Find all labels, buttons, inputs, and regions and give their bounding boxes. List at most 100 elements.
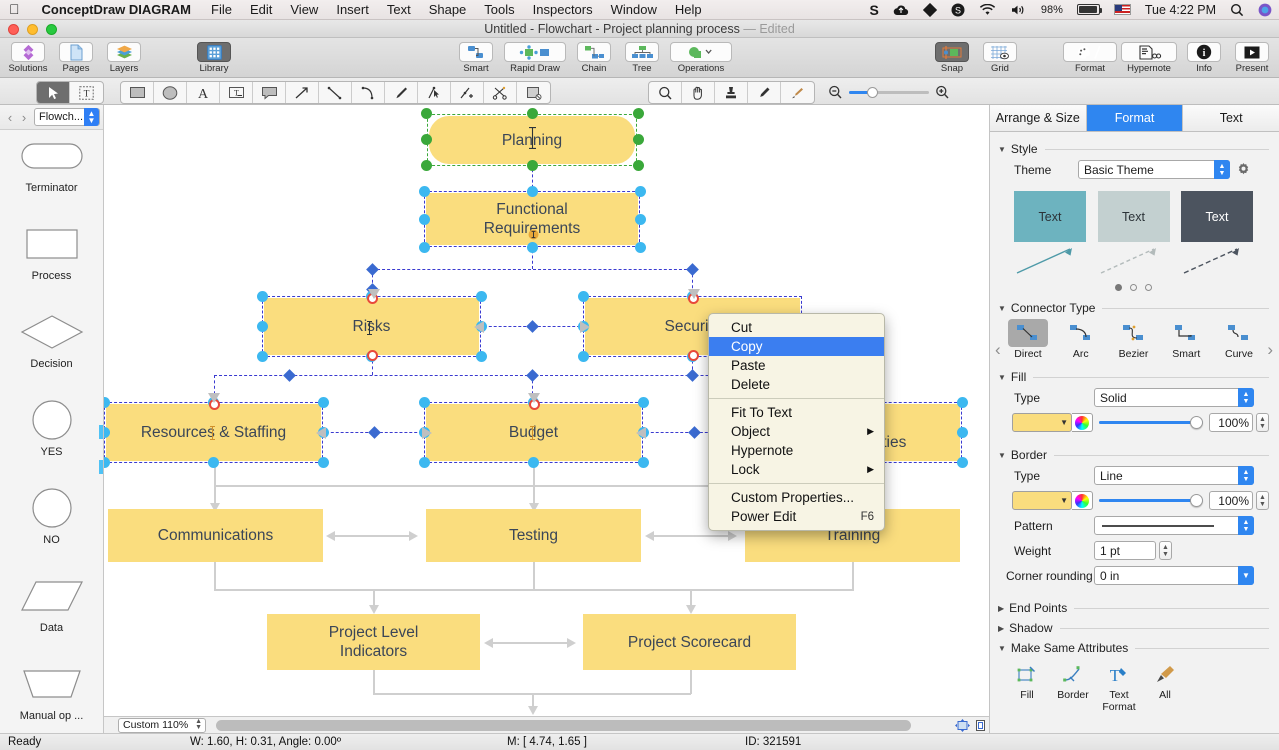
- resize-handle[interactable]: [476, 291, 487, 302]
- zoom-select[interactable]: Custom 110% ▲▼: [118, 718, 206, 733]
- shape-item-terminator[interactable]: Terminator: [0, 136, 103, 224]
- shape-item-no[interactable]: NO: [0, 488, 103, 576]
- shape-item-data[interactable]: Data: [0, 576, 103, 664]
- battery-icon[interactable]: [1070, 4, 1107, 15]
- resize-handle[interactable]: [476, 351, 487, 362]
- menu-item-file[interactable]: File: [202, 2, 241, 17]
- connector-midpoint[interactable]: [526, 369, 539, 382]
- resize-handle[interactable]: [528, 457, 539, 468]
- resize-handle[interactable]: [421, 108, 432, 119]
- resize-handle[interactable]: [257, 291, 268, 302]
- resize-handle[interactable]: [957, 397, 968, 408]
- border-opacity-slider[interactable]: [1099, 491, 1203, 510]
- scrollbar-thumb[interactable]: [216, 720, 911, 731]
- resize-handle[interactable]: [257, 321, 268, 332]
- style-next-button[interactable]: ›: [1267, 340, 1273, 360]
- style-thumb-0[interactable]: Text: [1014, 191, 1086, 276]
- chain-button[interactable]: Chain: [570, 40, 618, 76]
- tab-text[interactable]: Text: [1183, 105, 1279, 131]
- gear-icon[interactable]: [1236, 162, 1251, 177]
- connector-bezier-button[interactable]: Bezier: [1110, 319, 1158, 360]
- resize-handle[interactable]: [104, 457, 110, 468]
- callout-tool-icon[interactable]: [253, 82, 286, 103]
- context-menu-item-hypernote[interactable]: Hypernote: [709, 441, 884, 460]
- shape-item-yes[interactable]: YES: [0, 400, 103, 488]
- style-prev-button[interactable]: ‹: [995, 340, 1001, 360]
- make-same-border-button[interactable]: Border: [1050, 663, 1096, 713]
- context-menu-item-fit-to-text[interactable]: Fit To Text: [709, 403, 884, 422]
- horizontal-scrollbar[interactable]: [216, 720, 949, 731]
- resize-handle[interactable]: [257, 351, 268, 362]
- node-project-level-indicators[interactable]: Project Level Indicators: [267, 614, 480, 670]
- theme-select[interactable]: Basic Theme ▲▼: [1078, 160, 1230, 179]
- context-menu-item-custom-properties[interactable]: Custom Properties...: [709, 488, 884, 507]
- resize-handle[interactable]: [208, 457, 219, 468]
- border-opacity-stepper[interactable]: ▲▼: [1256, 491, 1269, 510]
- connector-midpoint[interactable]: [688, 426, 701, 439]
- rapid-draw-button[interactable]: Rapid Draw: [500, 40, 570, 76]
- context-menu-item-copy[interactable]: Copy: [709, 337, 884, 356]
- fill-color-well[interactable]: ▼: [1012, 413, 1072, 432]
- cloud-upload-icon[interactable]: [886, 4, 916, 16]
- library-select[interactable]: Flowch... ▲▼: [34, 108, 100, 126]
- menu-item-shape[interactable]: Shape: [420, 2, 476, 17]
- solutions-button[interactable]: Solutions: [4, 40, 52, 76]
- resize-handle[interactable]: [957, 457, 968, 468]
- edit-point-tool-icon[interactable]: [418, 82, 451, 103]
- grid-button[interactable]: Grid: [976, 40, 1024, 76]
- fill-opacity-slider[interactable]: [1099, 413, 1203, 432]
- resize-handle[interactable]: [421, 134, 432, 145]
- sketch-icon[interactable]: S: [863, 2, 886, 18]
- resize-handle[interactable]: [527, 160, 538, 171]
- info-button[interactable]: i Info: [1180, 40, 1228, 76]
- clock-label[interactable]: Tue 4:22 PM: [1138, 3, 1223, 17]
- dropbox-icon[interactable]: [916, 3, 944, 17]
- shadow-header[interactable]: ▶ Shadow: [998, 621, 1269, 635]
- style-thumb-2[interactable]: Text: [1181, 191, 1253, 276]
- border-color-wheel-button[interactable]: [1072, 491, 1093, 510]
- resize-handle[interactable]: [633, 160, 644, 171]
- resize-handle[interactable]: [421, 160, 432, 171]
- resize-handle[interactable]: [318, 397, 329, 408]
- crop-tool-icon[interactable]: [517, 82, 550, 103]
- resize-handle[interactable]: [318, 457, 329, 468]
- style-section-header[interactable]: ▼ Style: [998, 142, 1269, 156]
- scissors-tool-icon[interactable]: [484, 82, 517, 103]
- zoom-tool-icon[interactable]: [649, 82, 682, 103]
- border-header[interactable]: ▼ Border: [998, 448, 1269, 462]
- context-menu-item-lock[interactable]: Lock▶: [709, 460, 884, 479]
- add-point-tool-icon[interactable]: [451, 82, 484, 103]
- fit-page-icon[interactable]: [953, 718, 971, 733]
- context-menu-item-power-edit[interactable]: Power EditF6: [709, 507, 884, 526]
- connector-curve-button[interactable]: Curve: [1215, 319, 1263, 360]
- menu-item-window[interactable]: Window: [602, 2, 666, 17]
- ellipse-tool-icon[interactable]: [154, 82, 187, 103]
- resize-handle[interactable]: [527, 186, 538, 197]
- shape-item-manual-operation[interactable]: Manual op ...: [0, 664, 103, 733]
- resize-handle[interactable]: [419, 186, 430, 197]
- hand-tool-icon[interactable]: [682, 82, 715, 103]
- style-thumb-1[interactable]: Text: [1098, 191, 1170, 276]
- arc-tool-icon[interactable]: [352, 82, 385, 103]
- fill-type-select[interactable]: Solid ▲▼: [1094, 388, 1254, 407]
- pages-button[interactable]: Pages: [52, 40, 100, 76]
- connector-smart-button[interactable]: Smart: [1162, 319, 1210, 360]
- tab-arrange-size[interactable]: Arrange & Size: [990, 105, 1087, 131]
- zoom-in-icon[interactable]: [935, 85, 950, 99]
- shape-item-decision[interactable]: Decision: [0, 312, 103, 400]
- context-menu-item-cut[interactable]: Cut: [709, 318, 884, 337]
- make-same-all-button[interactable]: All: [1142, 663, 1188, 713]
- text-tool-icon[interactable]: A: [187, 82, 220, 103]
- text-select-tool-icon[interactable]: T: [70, 82, 103, 103]
- siri-icon[interactable]: [1251, 3, 1279, 17]
- menu-item-inspectors[interactable]: Inspectors: [524, 2, 602, 17]
- border-weight-field[interactable]: 1 pt: [1094, 541, 1156, 560]
- connector-direct-button[interactable]: Direct: [1004, 319, 1052, 360]
- zoom-out-icon[interactable]: [828, 85, 843, 99]
- app-name-label[interactable]: ConceptDraw DIAGRAM: [31, 2, 203, 17]
- fill-header[interactable]: ▼ Fill: [998, 370, 1269, 384]
- menu-item-tools[interactable]: Tools: [475, 2, 523, 17]
- operations-button[interactable]: Operations: [666, 40, 736, 76]
- resize-handle[interactable]: [419, 397, 430, 408]
- border-pattern-select[interactable]: ▲▼: [1094, 516, 1254, 535]
